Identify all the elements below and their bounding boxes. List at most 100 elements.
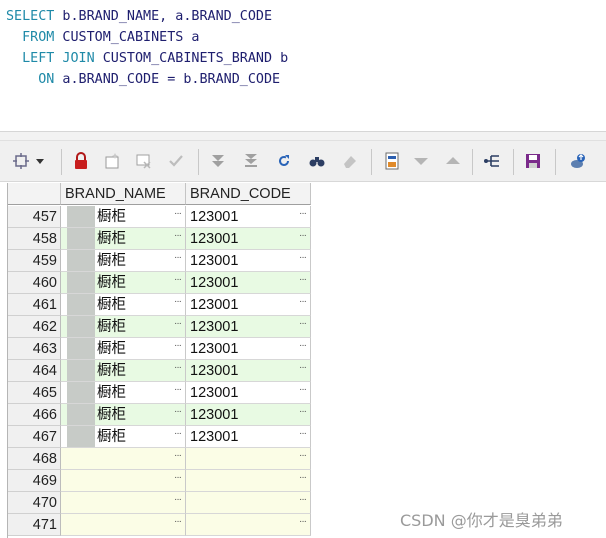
brand-code-cell[interactable]: 123001 ··· [186, 382, 311, 404]
brand-code-cell[interactable]: 123001 ··· [186, 206, 311, 228]
row-number-header[interactable] [8, 183, 61, 205]
cell-editor-button[interactable]: ··· [299, 514, 307, 533]
row-number[interactable]: 462 [8, 316, 61, 338]
dropdown-arrow-icon[interactable] [33, 150, 47, 172]
table-row[interactable]: 470 ··· ··· [8, 492, 311, 514]
brand-name-cell[interactable]: 橱柜 ··· [61, 404, 186, 426]
sql-editor[interactable]: SELECT b.BRAND_NAME, a.BRAND_CODE FROM C… [0, 0, 606, 132]
cell-editor-button[interactable]: ··· [299, 250, 307, 269]
row-number[interactable]: 460 [8, 272, 61, 294]
brand-code-cell[interactable]: 123001 ··· [186, 228, 311, 250]
row-number[interactable]: 463 [8, 338, 61, 360]
table-row[interactable]: 468 ··· ··· [8, 448, 311, 470]
cell-editor-button[interactable]: ··· [174, 492, 182, 511]
cell-editor-button[interactable]: ··· [299, 316, 307, 335]
brand-name-cell[interactable]: 橱柜 ··· [61, 272, 186, 294]
brand-name-cell[interactable]: 橱柜 ··· [61, 294, 186, 316]
insert-record-icon[interactable] [101, 150, 123, 172]
cell-editor-button[interactable]: ··· [174, 250, 182, 269]
table-row[interactable]: 467 橱柜 ··· 123001 ··· [8, 426, 311, 448]
brand-name-cell[interactable]: 橱柜 ··· [61, 426, 186, 448]
brand-name-cell[interactable]: 橱柜 ··· [61, 360, 186, 382]
row-number[interactable]: 470 [8, 492, 61, 514]
cell-editor-button[interactable]: ··· [299, 228, 307, 247]
brand-code-cell[interactable]: ··· [186, 448, 311, 470]
cell-editor-button[interactable]: ··· [174, 470, 182, 489]
select-mode-icon[interactable] [10, 150, 32, 172]
table-row[interactable]: 466 橱柜 ··· 123001 ··· [8, 404, 311, 426]
cell-editor-button[interactable]: ··· [299, 404, 307, 423]
table-row[interactable]: 471 ··· ··· [8, 514, 311, 536]
brand-code-cell[interactable]: 123001 ··· [186, 404, 311, 426]
brand-name-cell[interactable]: 橱柜 ··· [61, 316, 186, 338]
row-number[interactable]: 459 [8, 250, 61, 272]
post-changes-icon[interactable] [165, 150, 187, 172]
brand-code-cell[interactable]: ··· [186, 514, 311, 536]
sort-ascending-icon[interactable] [442, 150, 464, 172]
row-number[interactable]: 461 [8, 294, 61, 316]
brand-code-cell[interactable]: 123001 ··· [186, 338, 311, 360]
table-row[interactable]: 465 橱柜 ··· 123001 ··· [8, 382, 311, 404]
row-number[interactable]: 468 [8, 448, 61, 470]
sort-descending-icon[interactable] [410, 150, 432, 172]
cell-editor-button[interactable]: ··· [174, 448, 182, 467]
table-row[interactable]: 459 橱柜 ··· 123001 ··· [8, 250, 311, 272]
row-number[interactable]: 467 [8, 426, 61, 448]
row-number[interactable]: 466 [8, 404, 61, 426]
table-row[interactable]: 460 橱柜 ··· 123001 ··· [8, 272, 311, 294]
cell-editor-button[interactable]: ··· [299, 470, 307, 489]
brand-code-cell[interactable]: 123001 ··· [186, 316, 311, 338]
brand-code-cell[interactable]: ··· [186, 492, 311, 514]
brand-name-cell[interactable]: 橱柜 ··· [61, 250, 186, 272]
cell-editor-button[interactable]: ··· [299, 294, 307, 313]
delete-record-icon[interactable] [133, 150, 155, 172]
cell-editor-button[interactable]: ··· [299, 206, 307, 225]
brand-name-cell[interactable]: ··· [61, 470, 186, 492]
result-grid[interactable]: BRAND_NAME BRAND_CODE 457 橱柜 ··· 123001 ··· 4… [7, 183, 311, 538]
table-row[interactable]: 457 橱柜 ··· 123001 ··· [8, 206, 311, 228]
table-row[interactable]: 469 ··· ··· [8, 470, 311, 492]
cell-editor-button[interactable]: ··· [174, 338, 182, 357]
cell-editor-button[interactable]: ··· [174, 294, 182, 313]
cell-editor-button[interactable]: ··· [174, 316, 182, 335]
brand-code-cell[interactable]: ··· [186, 470, 311, 492]
cell-editor-button[interactable]: ··· [174, 404, 182, 423]
query-by-example-icon[interactable] [481, 150, 503, 172]
brand-name-cell[interactable]: ··· [61, 492, 186, 514]
cell-editor-button[interactable]: ··· [299, 448, 307, 467]
cell-editor-button[interactable]: ··· [174, 426, 182, 445]
brand-name-cell[interactable]: ··· [61, 448, 186, 470]
row-number[interactable]: 458 [8, 228, 61, 250]
clear-icon[interactable] [339, 150, 361, 172]
cell-editor-button[interactable]: ··· [299, 426, 307, 445]
table-row[interactable]: 464 橱柜 ··· 123001 ··· [8, 360, 311, 382]
cell-editor-button[interactable]: ··· [174, 228, 182, 247]
cell-editor-button[interactable]: ··· [174, 382, 182, 401]
row-number[interactable]: 465 [8, 382, 61, 404]
column-header-brand-name[interactable]: BRAND_NAME [61, 183, 186, 205]
column-header-brand-code[interactable]: BRAND_CODE [186, 183, 311, 205]
fetch-next-icon[interactable] [207, 150, 229, 172]
lock-icon[interactable] [70, 150, 92, 172]
export-icon[interactable] [567, 150, 589, 172]
row-number[interactable]: 469 [8, 470, 61, 492]
brand-code-cell[interactable]: 123001 ··· [186, 426, 311, 448]
table-row[interactable]: 458 橱柜 ··· 123001 ··· [8, 228, 311, 250]
row-number[interactable]: 457 [8, 206, 61, 228]
cell-editor-button[interactable]: ··· [299, 338, 307, 357]
cell-editor-button[interactable]: ··· [174, 360, 182, 379]
brand-name-cell[interactable]: 橱柜 ··· [61, 338, 186, 360]
brand-name-cell[interactable]: ··· [61, 514, 186, 536]
brand-name-cell[interactable]: 橱柜 ··· [61, 206, 186, 228]
brand-code-cell[interactable]: 123001 ··· [186, 294, 311, 316]
cell-editor-button[interactable]: ··· [299, 382, 307, 401]
save-icon[interactable] [522, 150, 544, 172]
cell-editor-button[interactable]: ··· [299, 272, 307, 291]
cell-editor-button[interactable]: ··· [299, 360, 307, 379]
row-number[interactable]: 471 [8, 514, 61, 536]
brand-code-cell[interactable]: 123001 ··· [186, 360, 311, 382]
cell-editor-button[interactable]: ··· [299, 492, 307, 511]
fetch-last-icon[interactable] [240, 150, 262, 172]
brand-code-cell[interactable]: 123001 ··· [186, 272, 311, 294]
refresh-icon[interactable] [273, 150, 295, 172]
